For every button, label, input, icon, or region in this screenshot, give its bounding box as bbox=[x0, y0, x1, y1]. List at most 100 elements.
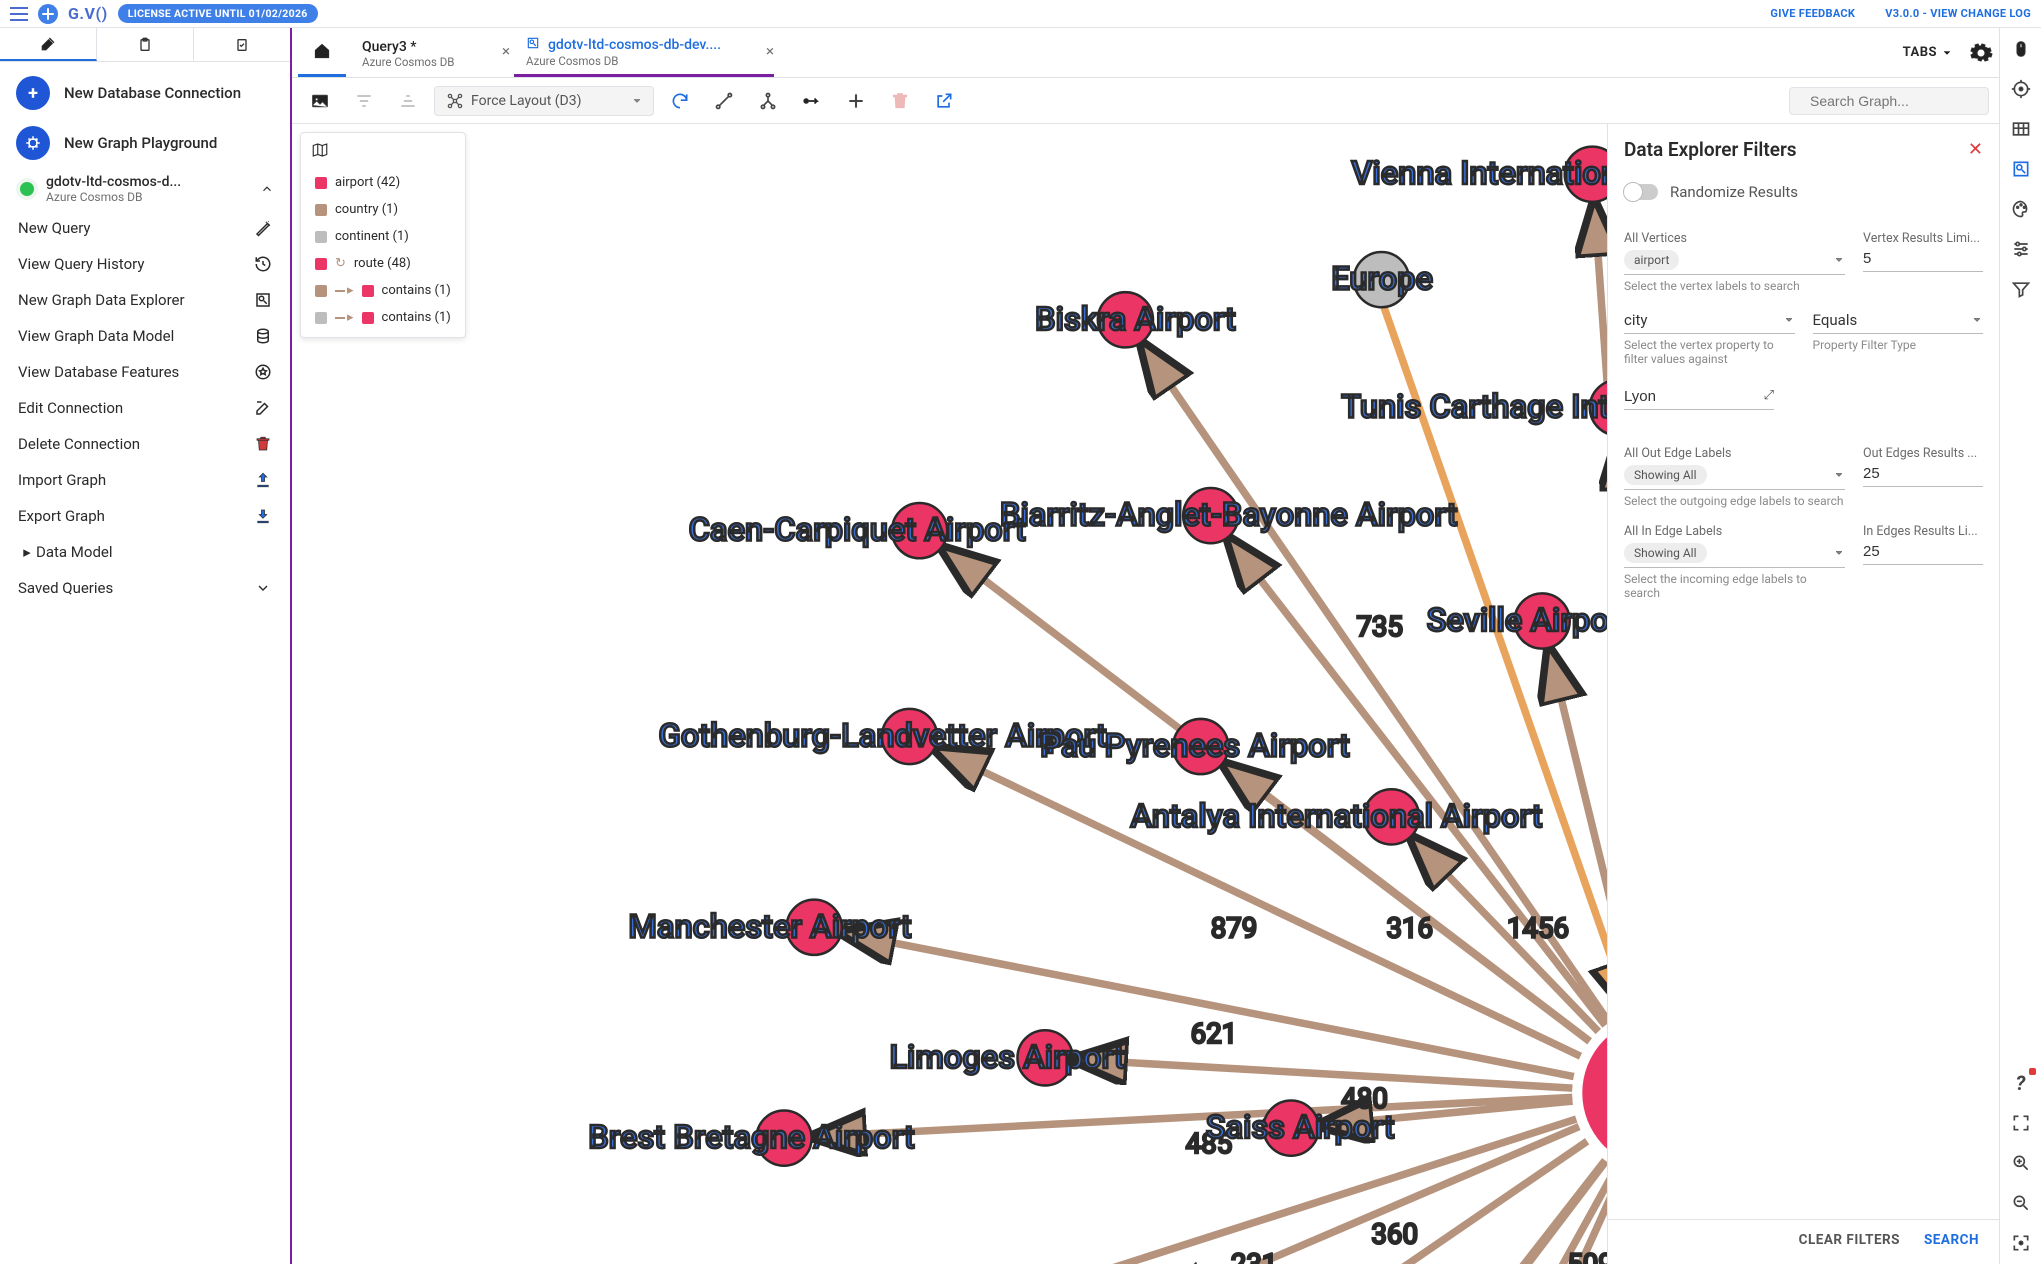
menu-data-model-tree[interactable]: Data Model ▸ bbox=[0, 534, 290, 570]
in-edge-select[interactable]: Showing All bbox=[1624, 539, 1845, 568]
legend-swatch-icon bbox=[315, 258, 327, 270]
filter-value-input[interactable] bbox=[1624, 384, 1774, 410]
svg-text:Limoges Airport: Limoges Airport bbox=[889, 1038, 1124, 1076]
legend-item[interactable]: country (1) bbox=[301, 196, 465, 223]
status-dot-icon bbox=[20, 182, 34, 196]
vertex-limit-input[interactable] bbox=[1863, 246, 1983, 272]
menu-import-graph[interactable]: Import Graph bbox=[0, 462, 290, 498]
legend-swatch-icon bbox=[315, 231, 327, 243]
tab-explorer[interactable]: gdotv-ltd-cosmos-db-dev.... Azure Cosmos… bbox=[514, 28, 774, 77]
randomize-label: Randomize Results bbox=[1670, 183, 1798, 201]
svg-text:Pau Pyrenees Airport: Pau Pyrenees Airport bbox=[1040, 727, 1350, 765]
clear-filters-button[interactable]: CLEAR FILTERS bbox=[1799, 1232, 1900, 1248]
menu-new-query[interactable]: New Query bbox=[0, 210, 290, 246]
side-tab-connections[interactable] bbox=[0, 28, 97, 61]
menu-data-explorer[interactable]: New Graph Data Explorer bbox=[0, 282, 290, 318]
in-limit-input[interactable] bbox=[1863, 539, 1983, 565]
give-feedback-link[interactable]: GIVE FEEDBACK bbox=[1770, 7, 1855, 20]
chevron-down-icon bbox=[254, 579, 272, 597]
fullscreen-icon[interactable] bbox=[2008, 1110, 2034, 1136]
explorer-icon[interactable] bbox=[2008, 156, 2034, 182]
menu-delete-connection[interactable]: Delete Connection bbox=[0, 426, 290, 462]
svg-text:Biarritz-Anglet-Bayonne Airpor: Biarritz-Anglet-Bayonne Airport bbox=[1000, 496, 1458, 534]
connection-item[interactable]: gdotv-ltd-cosmos-d... Azure Cosmos DB bbox=[0, 168, 290, 210]
out-limit-input[interactable] bbox=[1863, 461, 1983, 487]
graph-search-input[interactable] bbox=[1808, 92, 1993, 110]
vertex-property-select[interactable]: city bbox=[1624, 307, 1795, 334]
home-tab[interactable] bbox=[298, 28, 346, 77]
menu-db-features[interactable]: View Database Features bbox=[0, 354, 290, 390]
palette-icon[interactable] bbox=[2008, 196, 2034, 222]
legend-swatch-icon bbox=[315, 285, 327, 297]
menu-icon[interactable] bbox=[10, 7, 28, 21]
chip-icon bbox=[16, 126, 50, 160]
tab-query3[interactable]: Query3 * Azure Cosmos DB × bbox=[350, 28, 510, 77]
vertex-labels-select[interactable]: airport bbox=[1624, 246, 1845, 275]
filter-type-select[interactable]: Equals bbox=[1813, 307, 1984, 334]
sliders-icon[interactable] bbox=[2008, 236, 2034, 262]
data-explorer-filters: Data Explorer Filters ✕ Randomize Result… bbox=[1607, 124, 1999, 1264]
graph-search[interactable] bbox=[1789, 87, 1989, 115]
changelog-link[interactable]: V3.0.0 - VIEW CHANGE LOG bbox=[1885, 7, 2031, 20]
close-icon[interactable]: × bbox=[760, 42, 780, 60]
filters-title: Data Explorer Filters bbox=[1624, 138, 1797, 161]
image-icon[interactable] bbox=[302, 83, 338, 119]
expand-icon[interactable]: ⤢ bbox=[1764, 388, 1774, 403]
svg-text:360: 360 bbox=[1371, 1218, 1418, 1251]
legend-item[interactable]: airport (42) bbox=[301, 169, 465, 196]
menu-export-graph[interactable]: Export Graph bbox=[0, 498, 290, 534]
graph-icon bbox=[445, 91, 465, 111]
randomize-toggle[interactable] bbox=[1624, 184, 1658, 200]
svg-text:Manchester Airport: Manchester Airport bbox=[628, 907, 911, 945]
refresh-icon[interactable] bbox=[662, 83, 698, 119]
svg-text:Europe: Europe bbox=[1331, 260, 1433, 298]
svg-text:231: 231 bbox=[1231, 1248, 1278, 1264]
funnel-icon[interactable] bbox=[2008, 276, 2034, 302]
settings-icon[interactable] bbox=[1969, 41, 1993, 65]
add-icon[interactable] bbox=[838, 83, 874, 119]
tree-icon[interactable] bbox=[750, 83, 786, 119]
graph-toolbar: Force Layout (D3) bbox=[292, 78, 1999, 124]
license-badge: LICENSE ACTIVE UNTIL 01/02/2026 bbox=[118, 4, 318, 23]
legend-item[interactable]: ▸contains (1) bbox=[301, 277, 465, 304]
edge-icon[interactable] bbox=[794, 83, 830, 119]
legend-item[interactable]: continent (1) bbox=[301, 223, 465, 250]
new-database-connection[interactable]: + New Database Connection bbox=[0, 68, 290, 118]
side-tab-clipboard[interactable] bbox=[97, 28, 194, 61]
fit-icon[interactable] bbox=[2008, 1230, 2034, 1256]
menu-saved-queries[interactable]: Saved Queries bbox=[0, 570, 290, 606]
svg-text:316: 316 bbox=[1386, 911, 1433, 944]
menu-query-history[interactable]: View Query History bbox=[0, 246, 290, 282]
svg-text:Saiss Airport: Saiss Airport bbox=[1206, 1108, 1395, 1146]
svg-text:Brest Bretagne Airport: Brest Bretagne Airport bbox=[588, 1118, 915, 1156]
out-edge-select[interactable]: Showing All bbox=[1624, 461, 1845, 490]
mouse-icon[interactable] bbox=[2008, 36, 2034, 62]
tabs-dropdown[interactable]: TABS bbox=[1903, 45, 1953, 60]
layout-dropdown[interactable]: Force Layout (D3) bbox=[434, 86, 654, 116]
map-icon[interactable] bbox=[311, 141, 329, 159]
path-icon[interactable] bbox=[706, 83, 742, 119]
target-icon[interactable] bbox=[2008, 76, 2034, 102]
zoom-in-icon[interactable] bbox=[2008, 1150, 2034, 1176]
menu-data-model[interactable]: View Graph Data Model bbox=[0, 318, 290, 354]
new-graph-playground[interactable]: New Graph Playground bbox=[0, 118, 290, 168]
legend-edge-icon: ▸ bbox=[335, 310, 354, 325]
export-icon[interactable] bbox=[926, 83, 962, 119]
legend-swatch-icon bbox=[362, 285, 374, 297]
trash-icon bbox=[254, 435, 272, 453]
legend-edge-icon: ▸ bbox=[335, 283, 354, 298]
legend-item[interactable]: ▸contains (1) bbox=[301, 304, 465, 331]
search-button[interactable]: SEARCH bbox=[1924, 1232, 1979, 1248]
plus-icon: + bbox=[16, 76, 50, 110]
legend-swatch-icon bbox=[315, 312, 327, 324]
graph-canvas[interactable]: airport (42)country (1)continent (1)↻rou… bbox=[292, 124, 1999, 1264]
help-icon[interactable]: ? bbox=[2008, 1070, 2034, 1096]
menu-edit-connection[interactable]: Edit Connection bbox=[0, 390, 290, 426]
zoom-out-icon[interactable] bbox=[2008, 1190, 2034, 1216]
table-icon[interactable] bbox=[2008, 116, 2034, 142]
close-icon[interactable]: × bbox=[496, 42, 516, 60]
legend-item[interactable]: ↻route (48) bbox=[301, 250, 465, 277]
close-icon[interactable]: ✕ bbox=[1968, 139, 1983, 160]
side-tab-tasks[interactable] bbox=[194, 28, 290, 61]
legend-swatch-icon bbox=[315, 177, 327, 189]
